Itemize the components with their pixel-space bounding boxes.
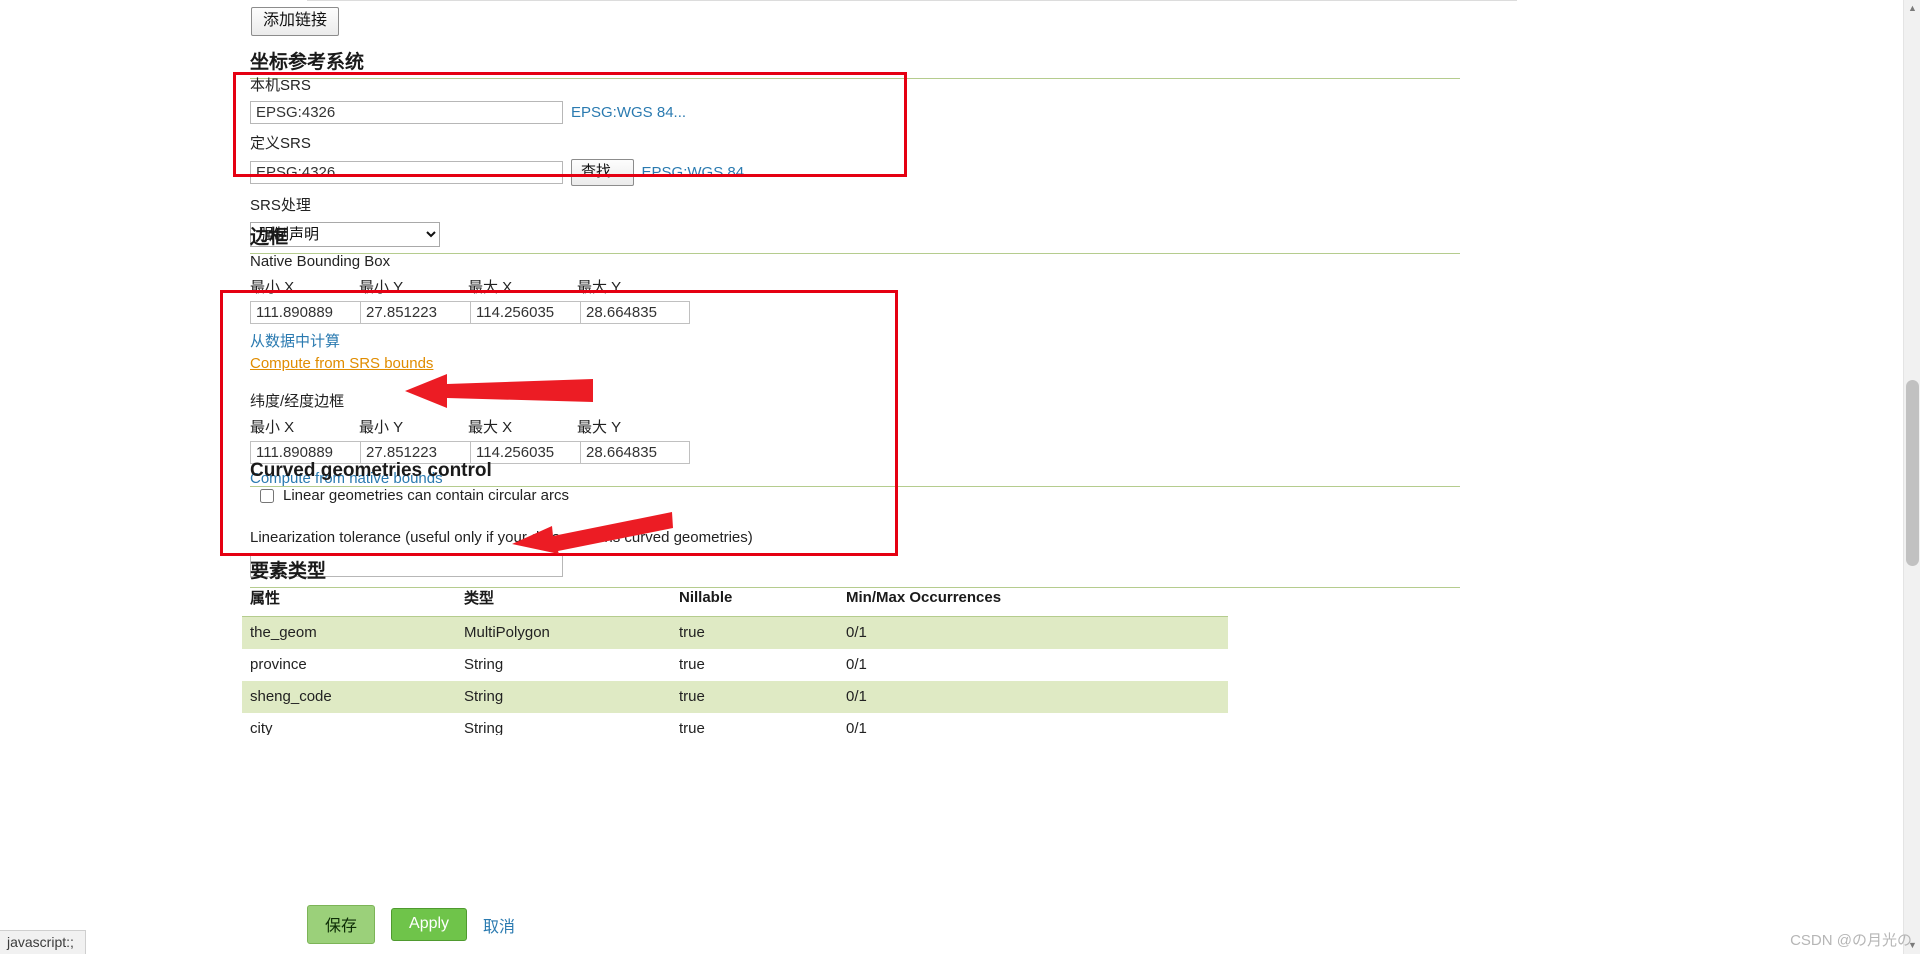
- table-row[interactable]: the_geom MultiPolygon true 0/1: [242, 616, 1228, 649]
- circular-arcs-label: Linear geometries can contain circular a…: [283, 487, 569, 504]
- native-col-min-x: 最小 X: [250, 279, 295, 296]
- cell-occurrences: 0/1: [838, 681, 1228, 713]
- col-attribute: 属性: [242, 580, 456, 617]
- cell-type: String: [456, 681, 671, 713]
- native-srs-epsg-link[interactable]: EPSG:WGS 84...: [571, 104, 686, 121]
- apply-button[interactable]: Apply: [391, 908, 468, 941]
- cell-attribute: the_geom: [242, 616, 456, 649]
- cancel-button[interactable]: 取消: [483, 913, 515, 937]
- cell-nillable: true: [671, 649, 838, 681]
- scroll-up-arrow[interactable]: ▲: [1904, 0, 1920, 17]
- add-link-button[interactable]: 添加链接: [251, 7, 340, 36]
- cell-type: String: [456, 649, 671, 681]
- circular-arcs-checkbox[interactable]: [260, 489, 274, 503]
- vertical-scrollbar[interactable]: ▲ ▼: [1903, 0, 1920, 954]
- cell-attribute: sheng_code: [242, 681, 456, 713]
- cell-nillable: true: [671, 681, 838, 713]
- native-min-x-input[interactable]: [250, 301, 360, 324]
- latlon-col-max-x: 最大 X: [468, 419, 513, 436]
- form-action-bar: 保存 Apply 取消: [307, 905, 515, 944]
- declared-srs-input[interactable]: [250, 161, 563, 184]
- col-occurrences: Min/Max Occurrences: [838, 580, 1228, 617]
- native-col-min-y: 最小 Y: [359, 279, 404, 296]
- col-nillable: Nillable: [671, 580, 838, 617]
- declared-srs-epsg-link[interactable]: EPSG:WGS 84...: [642, 164, 757, 181]
- cell-attribute: city: [242, 713, 456, 735]
- native-col-max-y: 最大 Y: [577, 279, 622, 296]
- curved-geometries-heading: Curved geometries control: [250, 460, 1460, 487]
- compute-from-srs-bounds-link[interactable]: Compute from SRS bounds: [250, 355, 433, 372]
- col-type: 类型: [456, 580, 671, 617]
- save-button[interactable]: 保存: [307, 905, 376, 944]
- feature-types-table: 属性 类型 Nillable Min/Max Occurrences the_g…: [242, 580, 1228, 735]
- native-col-max-x: 最大 X: [468, 279, 513, 296]
- linearization-tolerance-label: Linearization tolerance (useful only if …: [250, 529, 753, 546]
- find-srs-button[interactable]: 查找...: [571, 159, 634, 186]
- scrollbar-thumb[interactable]: [1906, 380, 1919, 566]
- table-header-row: 属性 类型 Nillable Min/Max Occurrences: [242, 580, 1228, 617]
- browser-page: 添加链接 坐标参考系统 本机SRS EPSG:WGS 84... 定义SRS 查…: [0, 0, 1920, 954]
- cell-nillable: true: [671, 616, 838, 649]
- watermark-text: CSDN @の月光の: [1790, 932, 1912, 949]
- latlon-col-min-y: 最小 Y: [359, 419, 404, 436]
- latlon-col-max-y: 最大 Y: [577, 419, 622, 436]
- cell-type: String: [456, 713, 671, 735]
- compute-from-data-link[interactable]: 从数据中计算: [250, 333, 340, 350]
- cell-occurrences: 0/1: [838, 713, 1228, 735]
- srs-handling-label: SRS处理: [250, 197, 311, 214]
- cell-occurrences: 0/1: [838, 649, 1228, 681]
- cell-type: MultiPolygon: [456, 616, 671, 649]
- cell-occurrences: 0/1: [838, 616, 1228, 649]
- table-row[interactable]: province String true 0/1: [242, 649, 1228, 681]
- table-row[interactable]: sheng_code String true 0/1: [242, 681, 1228, 713]
- table-row[interactable]: city String true 0/1: [242, 713, 1228, 735]
- cell-attribute: province: [242, 649, 456, 681]
- native-min-y-input[interactable]: [360, 301, 470, 324]
- latlon-col-min-x: 最小 X: [250, 419, 295, 436]
- page-content: 添加链接 坐标参考系统 本机SRS EPSG:WGS 84... 定义SRS 查…: [0, 0, 1903, 954]
- native-srs-input[interactable]: [250, 101, 563, 124]
- native-bbox-label: Native Bounding Box: [250, 253, 391, 270]
- native-max-x-input[interactable]: [470, 301, 580, 324]
- native-srs-label: 本机SRS: [250, 77, 311, 94]
- status-bar-text: javascript:;: [7, 934, 74, 950]
- native-max-y-input[interactable]: [580, 301, 690, 324]
- browser-status-bar: javascript:;: [0, 930, 86, 954]
- declared-srs-label: 定义SRS: [250, 135, 311, 152]
- cell-nillable: true: [671, 713, 838, 735]
- latlon-bbox-label: 纬度/经度边框: [250, 393, 345, 410]
